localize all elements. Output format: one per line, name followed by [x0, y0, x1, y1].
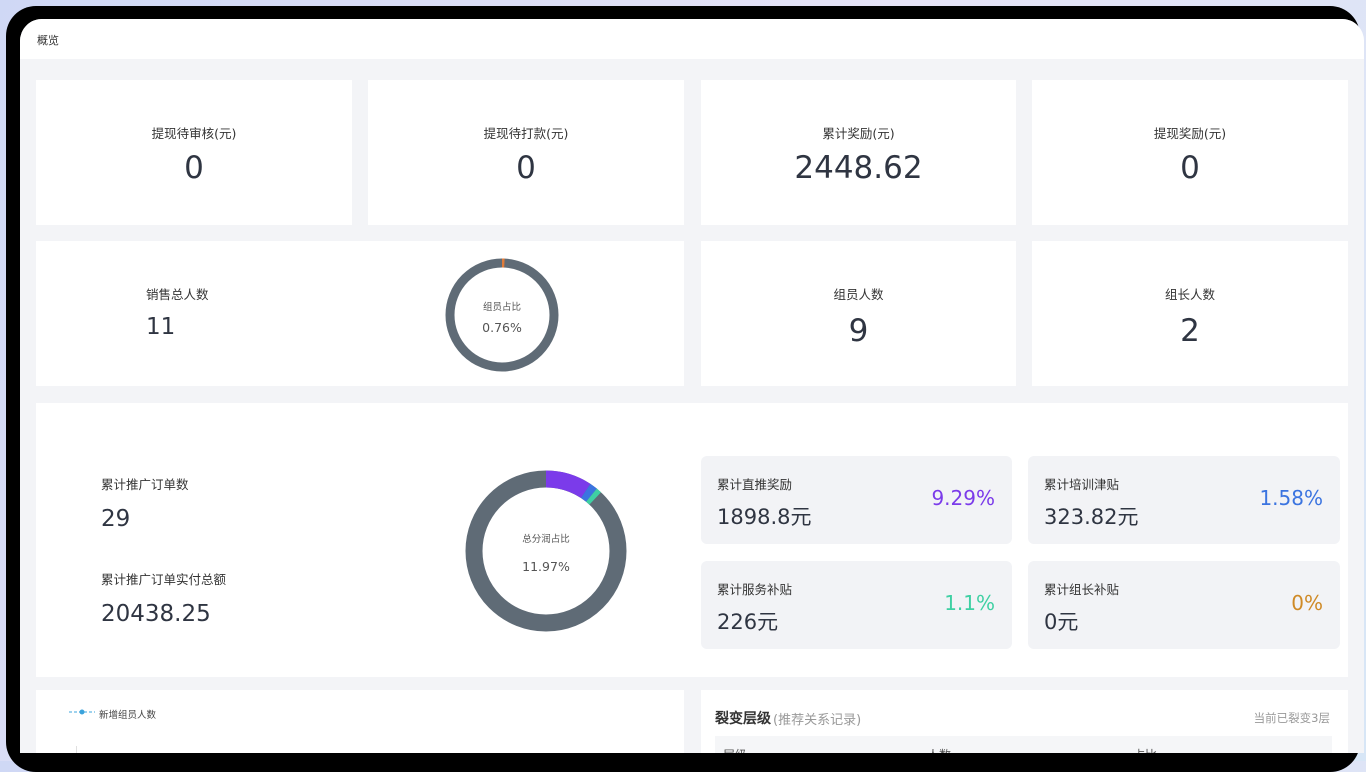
stat-value: 2448.62	[794, 150, 923, 186]
new-members-chart-card: 新增组员人数	[36, 690, 684, 753]
stat-card-withdraw-review: 提现待审核(元) 0	[36, 80, 352, 225]
column-header[interactable]: 人数	[927, 746, 951, 753]
stat-value: 9	[848, 313, 869, 349]
promotion-card: 累计推广订单数 29 累计推广订单实付总额 20438.25 总分润占比 11.…	[36, 403, 1348, 677]
mini-value: 323.82元	[1044, 505, 1139, 529]
breadcrumb[interactable]: 概览	[37, 32, 59, 48]
sales-title: 销售总人数	[146, 287, 209, 302]
legend-label[interactable]: 新增组员人数	[99, 707, 156, 721]
mini-card-training: 累计培训津贴 323.82元 1.58%	[1028, 456, 1340, 544]
stat-title: 提现待打款(元)	[483, 126, 569, 141]
ring-chart	[445, 258, 559, 372]
stat-title: 组员人数	[833, 287, 884, 302]
stat-title: 提现奖励(元)	[1153, 126, 1227, 141]
mini-value: 0元	[1044, 610, 1079, 634]
stat-title: 累计奖励(元)	[822, 126, 895, 141]
column-header[interactable]: 占比	[1133, 746, 1157, 753]
orders-title: 累计推广订单数	[101, 477, 189, 492]
legend-line-icon	[69, 709, 95, 715]
table-header: 层级 人数 占比	[715, 736, 1332, 753]
ring-label: 总分润占比	[522, 534, 570, 545]
stat-title: 提现待审核(元)	[151, 126, 237, 141]
mini-title: 累计培训津贴	[1044, 477, 1120, 492]
stat-card-total-reward: 累计奖励(元) 2448.62	[701, 80, 1016, 225]
mini-card-leader: 累计组长补贴 0元 0%	[1028, 561, 1340, 649]
fission-title: 裂变层级	[715, 711, 771, 727]
top-bar: 概览	[20, 19, 1364, 59]
stat-title: 组长人数	[1164, 287, 1215, 302]
profit-share-ring: 总分润占比 11.97%	[464, 469, 628, 633]
sales-value: 11	[146, 314, 176, 340]
ring-base	[465, 470, 627, 632]
ring-chart	[465, 470, 627, 632]
sales-card: 销售总人数 11 组员占比 0.76%	[36, 241, 684, 386]
stat-value: 2	[1180, 313, 1200, 349]
mini-value: 226元	[717, 610, 779, 634]
mini-title: 累计服务补贴	[717, 582, 793, 597]
mini-percent: 1.58%	[1259, 486, 1323, 510]
stat-value: 0	[1180, 150, 1200, 186]
fission-subtitle: (推荐关系记录)	[773, 713, 862, 728]
app-screen: 概览 提现待审核(元) 0 提现待打款(元) 0 累计奖励(元) 2448.62…	[20, 19, 1364, 753]
leaders-card: 组长人数 2	[1032, 241, 1348, 386]
amount-title: 累计推广订单实付总额	[101, 572, 227, 587]
fission-status: 当前已裂变3层	[1253, 711, 1330, 725]
mini-card-service: 累计服务补贴 226元 1.1%	[701, 561, 1012, 649]
amount-value: 20438.25	[101, 601, 211, 627]
orders-value: 29	[101, 506, 131, 532]
stat-card-withdraw-reward: 提现奖励(元) 0	[1032, 80, 1348, 225]
members-card: 组员人数 9	[701, 241, 1016, 386]
stat-value: 0	[184, 150, 204, 186]
ring-label: 组员占比	[482, 302, 521, 313]
ring-value: 0.76%	[482, 320, 522, 335]
chart-axis	[76, 746, 77, 753]
column-header[interactable]: 层级	[723, 746, 747, 753]
stat-card-withdraw-pay: 提现待打款(元) 0	[368, 80, 684, 225]
mini-title: 累计直推奖励	[717, 477, 793, 492]
fission-card: 裂变层级 (推荐关系记录) 当前已裂变3层 层级 人数 占比	[701, 690, 1348, 753]
mini-value: 1898.8元	[717, 505, 812, 529]
mini-percent: 9.29%	[931, 486, 995, 510]
ring-value: 11.97%	[522, 559, 570, 574]
mini-percent: 1.1%	[944, 591, 995, 615]
stat-value: 0	[516, 150, 536, 186]
member-ratio-ring: 组员占比 0.76%	[444, 257, 560, 373]
ring-base	[445, 258, 559, 372]
mini-percent: 0%	[1291, 591, 1323, 615]
mini-card-direct: 累计直推奖励 1898.8元 9.29%	[701, 456, 1012, 544]
mini-title: 累计组长补贴	[1044, 582, 1120, 597]
